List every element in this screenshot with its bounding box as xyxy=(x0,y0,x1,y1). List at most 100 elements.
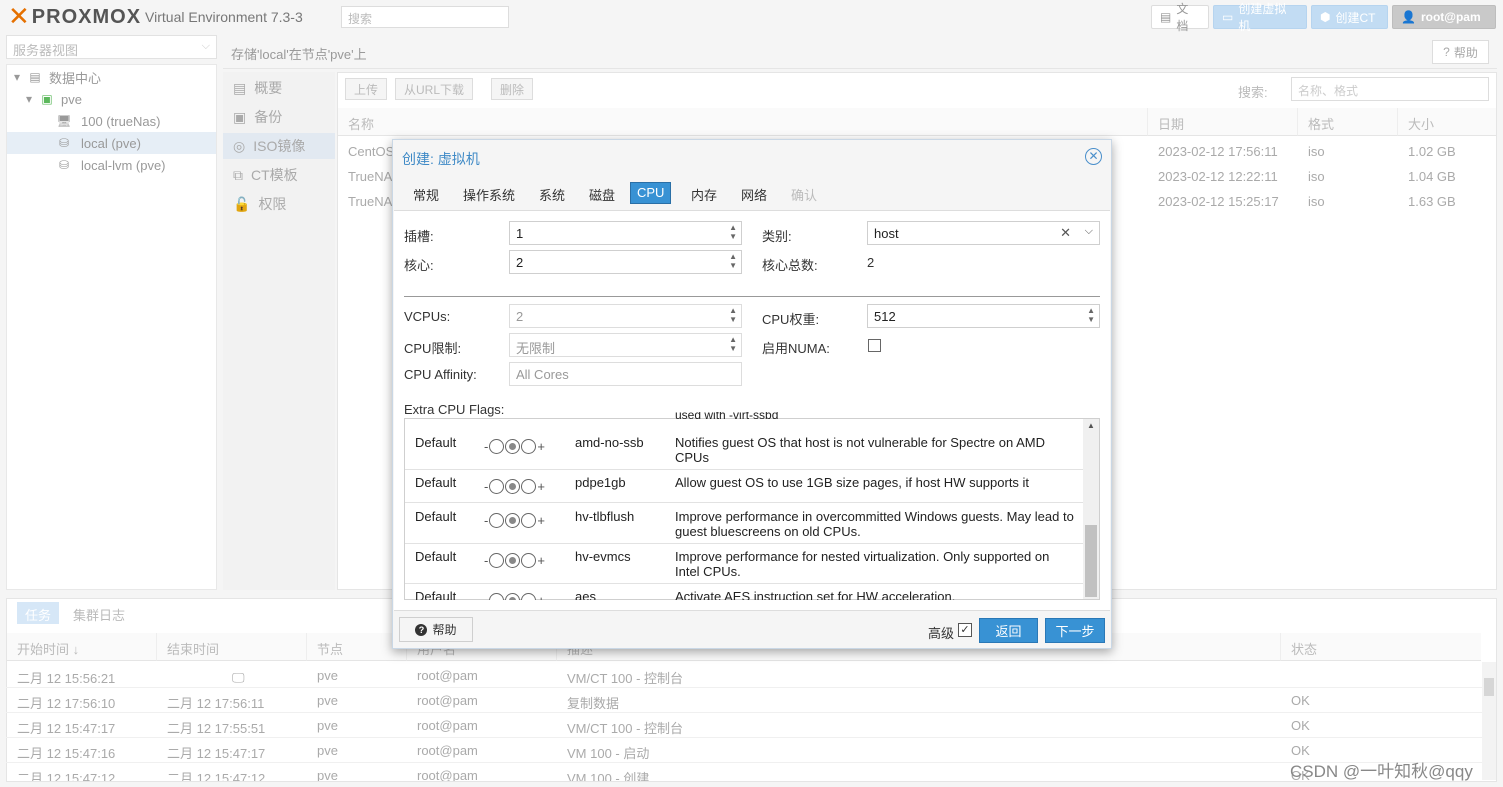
clear-icon[interactable]: ✕ xyxy=(1060,225,1071,241)
sockets-field[interactable]: 1 ▲ ▼ xyxy=(509,221,742,245)
col-header-name[interactable]: 名称 xyxy=(338,108,1148,136)
docs-label: 文档 xyxy=(1176,2,1189,33)
flags-scrollbar-thumb[interactable] xyxy=(1085,525,1097,597)
cpu-type-select[interactable]: host ✕ ⌵ xyxy=(867,221,1100,245)
download-url-button[interactable]: 从URL下载 xyxy=(395,78,473,100)
spinner-icon[interactable]: ▲ ▼ xyxy=(729,252,737,270)
monitor-icon: ▭ xyxy=(1222,10,1234,24)
collapse-icon: ▾ xyxy=(25,92,33,106)
docs-button[interactable]: ▤ 文档 xyxy=(1151,2,1209,33)
affinity-input[interactable]: All Cores xyxy=(509,362,742,386)
col-header-size[interactable]: 大小 xyxy=(1398,108,1496,136)
tree-item-label: pve xyxy=(61,91,82,107)
tab-confirm[interactable]: 确认 xyxy=(789,182,819,204)
nav-item-summary[interactable]: ▤ 概要 xyxy=(223,75,335,101)
proxmox-logo: ✕ PROXMOX Virtual Environment 7.3-3 xyxy=(8,4,303,30)
tree-item-local-storage[interactable]: ⛁ local (pve) xyxy=(7,132,216,154)
tab-general[interactable]: 常规 xyxy=(411,182,441,204)
flag-tristate[interactable]: -+ xyxy=(484,553,545,568)
radio-default[interactable] xyxy=(505,553,521,568)
spinner-icon[interactable]: ▲ ▼ xyxy=(1087,306,1095,324)
close-icon[interactable]: ✕ xyxy=(1085,148,1102,165)
global-search-input[interactable]: 搜索 xyxy=(341,6,509,28)
nav-item-ct-templates[interactable]: ⧉ CT模板 xyxy=(223,162,335,188)
chevron-down-icon[interactable]: ⌵ xyxy=(1085,225,1093,238)
radio-minus[interactable] xyxy=(489,553,505,568)
cores-field[interactable]: 2 ▲ ▼ xyxy=(509,250,742,274)
grid-cell-format: iso xyxy=(1308,144,1325,159)
grid-search-input[interactable]: 名称、格式 xyxy=(1291,77,1489,101)
log-col-end[interactable]: 结束时间 xyxy=(157,633,307,661)
numa-checkbox[interactable] xyxy=(868,339,881,352)
log-col-status[interactable]: 状态 xyxy=(1281,633,1481,661)
spinner-icon[interactable]: ▲ ▼ xyxy=(729,223,737,241)
flag-tristate[interactable]: -+ xyxy=(484,439,545,454)
tree-item-datacenter[interactable]: ▾ ▤ 数据中心 xyxy=(13,66,213,88)
radio-minus[interactable] xyxy=(489,513,505,528)
upload-button[interactable]: 上传 xyxy=(345,78,387,100)
back-button[interactable]: 返回 xyxy=(979,618,1038,643)
radio-default[interactable] xyxy=(505,439,521,454)
col-header-format[interactable]: 格式 xyxy=(1298,108,1398,136)
flag-tristate[interactable]: -+ xyxy=(484,593,545,600)
user-menu-button[interactable]: 👤 root@pam xyxy=(1392,5,1496,29)
tree-item-vm-100[interactable]: 🖥 100 (trueNas) xyxy=(53,110,213,132)
tab-disks[interactable]: 磁盘 xyxy=(587,182,617,204)
radio-plus[interactable] xyxy=(521,553,537,568)
spinner-icon[interactable]: ▲ ▼ xyxy=(729,335,737,353)
nav-item-backup[interactable]: ▣ 备份 xyxy=(223,104,335,130)
floppy-icon: ▣ xyxy=(233,108,247,125)
tab-network[interactable]: 网络 xyxy=(739,182,769,204)
next-button[interactable]: 下一步 xyxy=(1045,618,1105,643)
log-col-start[interactable]: 开始时间 ↓ xyxy=(7,633,157,661)
nav-item-iso-images[interactable]: ◎ ISO镜像 xyxy=(223,133,335,159)
tab-cpu[interactable]: CPU xyxy=(630,182,672,204)
spinner-icon[interactable]: ▲ ▼ xyxy=(729,306,737,324)
grid-cell-name[interactable]: CentOS xyxy=(338,139,398,164)
radio-plus[interactable] xyxy=(521,593,537,600)
grid-cell-name[interactable]: TrueNA xyxy=(338,189,398,214)
dialog-help-button[interactable]: ? 帮助 xyxy=(399,617,473,642)
vcpus-field[interactable]: 2 ▲ ▼ xyxy=(509,304,742,328)
tab-tasks[interactable]: 任务 xyxy=(17,602,60,624)
cpu-units-field[interactable]: 512 ▲ ▼ xyxy=(867,304,1100,328)
flag-desc-text: used with -virt-ssbd xyxy=(675,412,779,422)
nav-item-permissions[interactable]: 🔓 权限 xyxy=(223,191,335,217)
content-header xyxy=(223,35,1497,69)
delete-button[interactable]: 删除 xyxy=(491,78,533,100)
tab-memory[interactable]: 内存 xyxy=(689,182,719,204)
tree-item-local-lvm[interactable]: ⛁ local-lvm (pve) xyxy=(53,154,213,176)
cpu-limit-field[interactable]: 无限制 ▲ ▼ xyxy=(509,333,742,357)
cores-label: 核心: xyxy=(404,258,434,273)
radio-minus[interactable] xyxy=(489,479,505,494)
radio-minus[interactable] xyxy=(489,439,505,454)
log-cell-node: pve xyxy=(317,668,338,683)
grid-cell-name[interactable]: TrueNA xyxy=(338,164,398,189)
view-selector[interactable]: 服务器视图 ⌵ xyxy=(6,35,217,59)
tab-cluster-log[interactable]: 集群日志 xyxy=(65,602,133,624)
radio-default[interactable] xyxy=(505,513,521,528)
radio-default[interactable] xyxy=(505,479,521,494)
flag-tristate[interactable]: -+ xyxy=(484,513,545,528)
create-vm-button[interactable]: ▭ 创建虚拟机 xyxy=(1213,2,1307,33)
help-button[interactable]: ? 帮助 xyxy=(1432,40,1489,64)
radio-minus[interactable] xyxy=(489,593,505,600)
affinity-label: CPU Affinity: xyxy=(404,367,477,382)
cpu-limit-value: 无限制 xyxy=(516,341,556,356)
col-header-date[interactable]: 日期 xyxy=(1148,108,1298,136)
tree-item-pve[interactable]: ▾ ▣ pve xyxy=(25,88,213,110)
advanced-checkbox[interactable]: ✓ xyxy=(958,623,972,637)
radio-plus[interactable] xyxy=(521,479,537,494)
flag-tristate[interactable]: -+ xyxy=(484,479,545,494)
chevron-down-icon: ⌵ xyxy=(201,40,210,52)
radio-default[interactable] xyxy=(505,593,521,600)
tab-os[interactable]: 操作系统 xyxy=(461,182,517,204)
scroll-up-arrow-icon[interactable]: ▲ xyxy=(1085,421,1097,433)
product-version: Virtual Environment 7.3-3 xyxy=(145,9,303,25)
log-scrollbar-thumb[interactable] xyxy=(1484,678,1494,696)
tab-system[interactable]: 系统 xyxy=(537,182,567,204)
create-ct-button[interactable]: ⬢ 创建CT xyxy=(1311,5,1388,29)
radio-plus[interactable] xyxy=(521,439,537,454)
flag-name: aes xyxy=(575,589,596,600)
radio-plus[interactable] xyxy=(521,513,537,528)
